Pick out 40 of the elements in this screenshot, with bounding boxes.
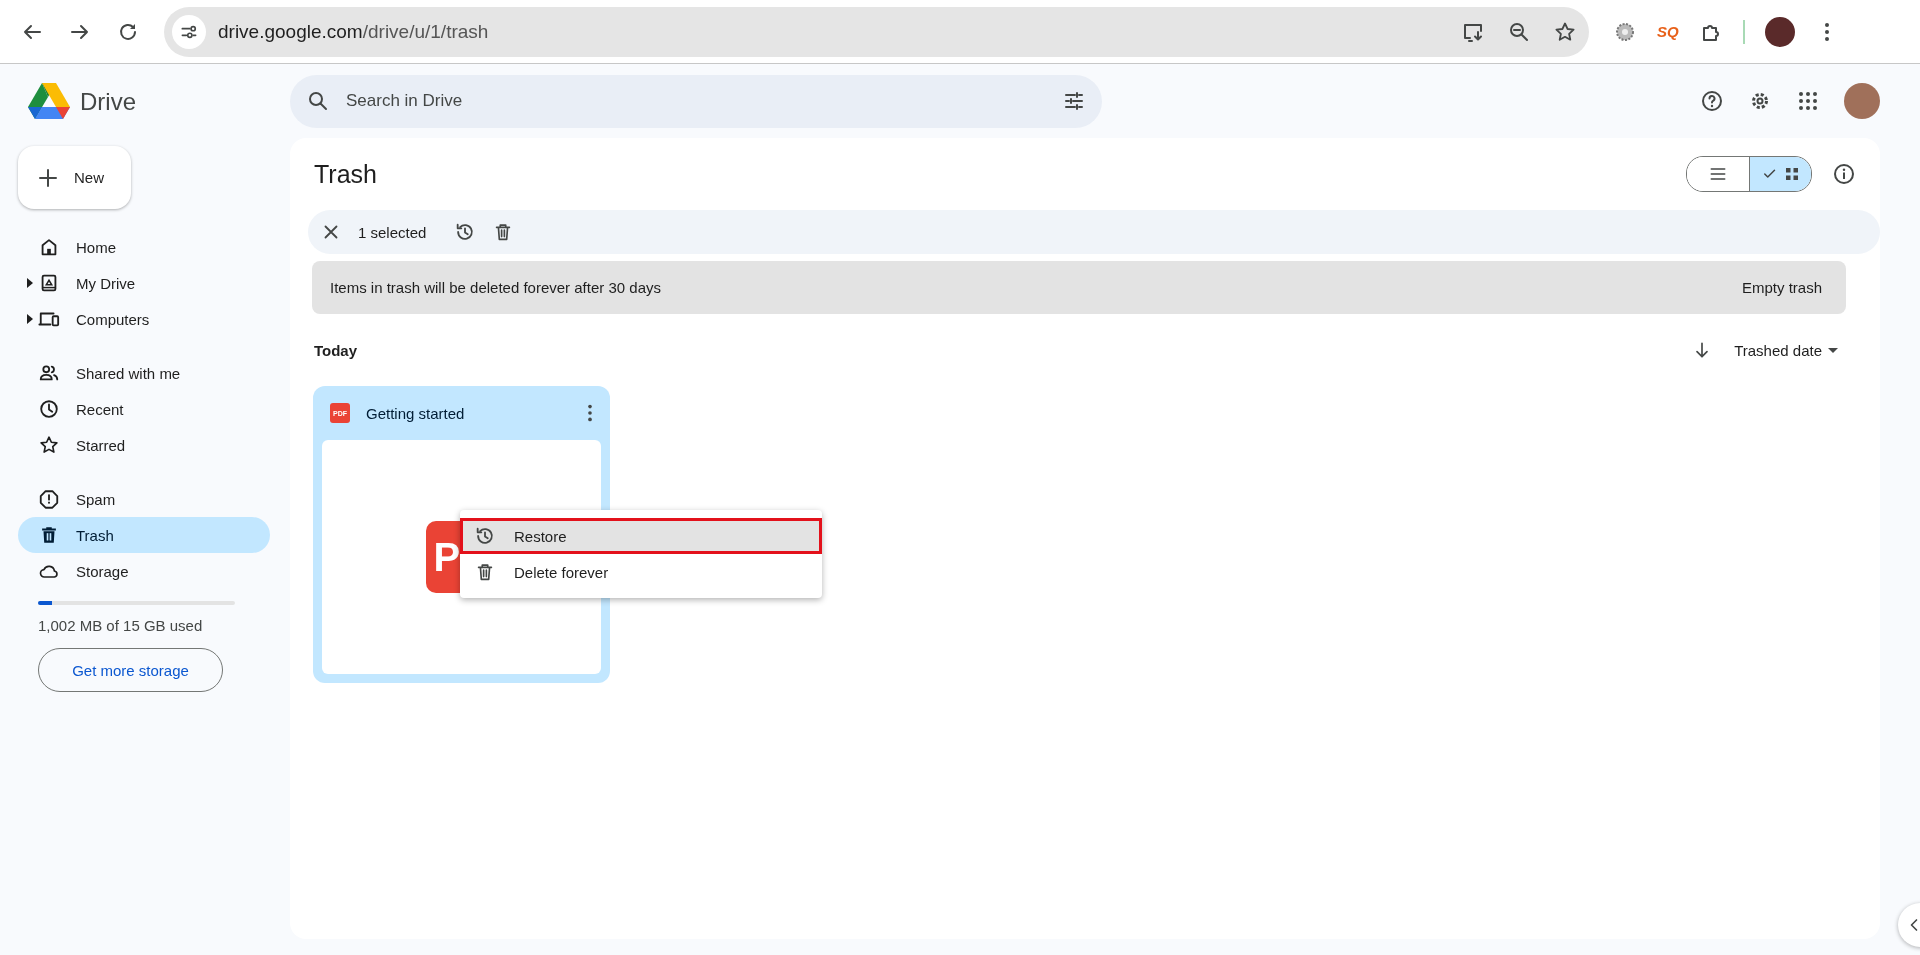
banner-text: Items in trash will be deleted forever after 30 days — [330, 279, 661, 296]
drive-logo-icon — [28, 83, 70, 121]
warning-icon — [38, 488, 60, 510]
url-text: drive.google.com/drive/u/1/trash — [218, 20, 490, 43]
file-name: Getting started — [366, 404, 466, 422]
sort-button[interactable]: Trashed date — [1734, 341, 1838, 359]
nav-item[interactable]: Spam — [18, 481, 270, 517]
apps-grid-icon[interactable] — [1796, 89, 1820, 113]
storage-usage: 1,002 MB of 15 GB used — [38, 617, 204, 634]
star-icon — [38, 434, 60, 456]
clock-icon — [38, 398, 60, 420]
search-field[interactable]: Search in Drive — [344, 90, 1048, 112]
grid-view-button[interactable] — [1749, 157, 1811, 191]
section-title: Today — [314, 341, 358, 359]
new-button[interactable]: New — [18, 146, 131, 209]
expand-caret-icon[interactable] — [27, 278, 33, 288]
nav-item[interactable]: Home — [18, 229, 270, 265]
nav-item[interactable]: Shared with me — [18, 355, 270, 391]
app-name: Drive — [80, 88, 136, 116]
help-icon[interactable] — [1700, 89, 1724, 113]
selection-count: 1 selected — [358, 223, 427, 241]
nav-item[interactable]: Starred — [18, 427, 270, 463]
nav-item[interactable]: Trash — [18, 517, 270, 553]
empty-trash-button[interactable]: Empty trash — [1735, 278, 1828, 297]
restore-icon — [474, 525, 496, 547]
profile-avatar[interactable] — [1764, 16, 1795, 47]
menu-item[interactable]: Restore — [460, 518, 822, 554]
expand-caret-icon[interactable] — [27, 314, 33, 324]
dropdown-caret-icon — [1828, 347, 1838, 353]
nav-item[interactable]: My Drive — [18, 265, 270, 301]
nav-item[interactable]: Storage — [18, 553, 270, 589]
nav-item[interactable]: Computers — [18, 301, 270, 337]
address-bar[interactable]: drive.google.com/drive/u/1/trash — [164, 6, 1589, 57]
nav-item[interactable]: Recent — [18, 391, 270, 427]
search-icon[interactable] — [306, 89, 330, 113]
page-title: Trash — [314, 159, 377, 189]
info-icon[interactable] — [1832, 162, 1856, 186]
search-bar[interactable]: Search in Drive — [290, 74, 1102, 128]
filter-icon[interactable] — [1062, 89, 1086, 113]
account-avatar[interactable] — [1844, 83, 1880, 119]
